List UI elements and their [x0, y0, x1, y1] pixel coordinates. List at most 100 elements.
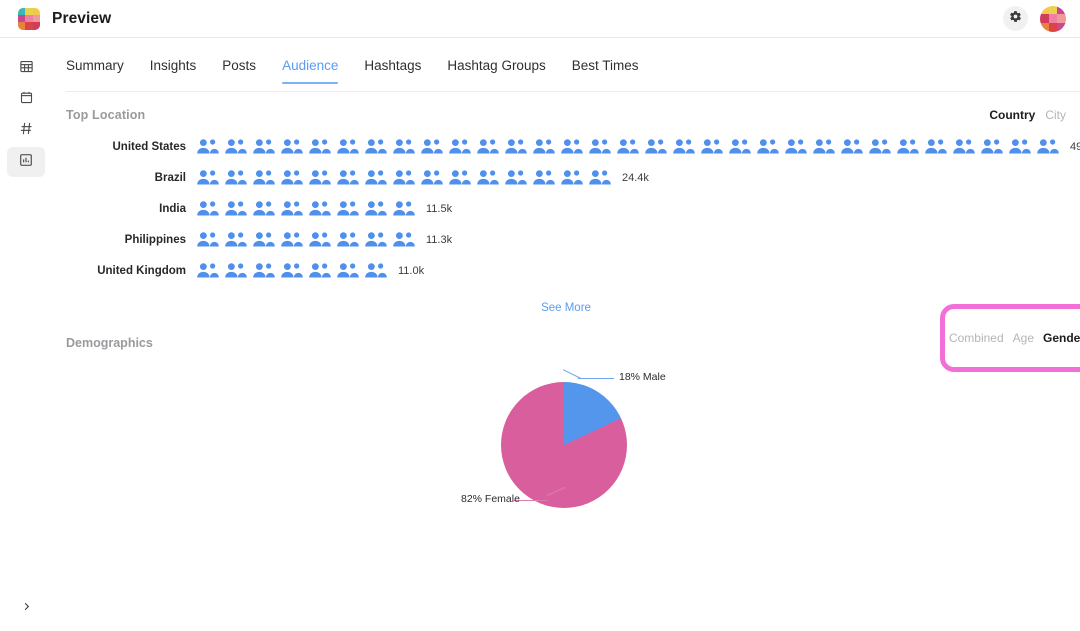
people-icon [981, 139, 1003, 154]
grid-icon [19, 59, 34, 79]
scope-option-country[interactable]: Country [989, 108, 1035, 122]
people-icon [365, 263, 387, 278]
top-location-row: United States 49.5k [52, 131, 1080, 162]
people-icon [925, 139, 947, 154]
location-icon-bar [194, 138, 1062, 155]
sidebar-item-analytics[interactable] [7, 147, 45, 177]
app-root: Preview Summary Insights Posts Audience … [0, 0, 1080, 631]
sidebar-item-grid[interactable] [7, 54, 45, 84]
location-icon-bar [194, 200, 418, 217]
tab-best-times[interactable]: Best Times [572, 58, 639, 84]
location-value: 11.5k [426, 202, 453, 215]
people-icon [533, 170, 555, 185]
gear-icon [1009, 10, 1022, 28]
people-icon [477, 139, 499, 154]
top-bar: Preview [0, 0, 1080, 38]
people-icon [225, 263, 247, 278]
people-icon [197, 201, 219, 216]
tab-summary[interactable]: Summary [66, 58, 124, 84]
people-icon [589, 139, 611, 154]
people-icon [225, 201, 247, 216]
people-icon [225, 139, 247, 154]
calendar-icon [19, 90, 34, 110]
analytics-bar-chart-icon [19, 153, 33, 172]
people-icon [197, 139, 219, 154]
see-more-link[interactable]: See More [52, 302, 1080, 314]
tab-insights[interactable]: Insights [150, 58, 197, 84]
people-icon [281, 232, 303, 247]
pie-leader-line-male-diagonal [562, 369, 582, 379]
main-content: Summary Insights Posts Audience Hashtags… [52, 38, 1080, 631]
people-icon [393, 232, 415, 247]
breakdown-option-combined[interactable]: Combined [949, 331, 1004, 345]
people-icon [253, 232, 275, 247]
location-value: 49.5k [1070, 140, 1080, 153]
people-icon [365, 170, 387, 185]
people-icon [225, 232, 247, 247]
people-icon [561, 170, 583, 185]
location-name: India [159, 202, 186, 215]
see-more-label[interactable]: See More [541, 302, 591, 314]
people-icon [309, 201, 331, 216]
tab-hashtag-groups[interactable]: Hashtag Groups [447, 58, 545, 84]
expand-sidebar-button[interactable] [9, 593, 43, 623]
demographics-breakdown-toggle: Combined Age Gender [949, 331, 1080, 345]
people-icon [1037, 139, 1059, 154]
demographics-header: Demographics Combined Age Gender [66, 304, 1080, 372]
people-icon [197, 263, 219, 278]
left-rail [0, 38, 52, 631]
people-icon [253, 263, 275, 278]
location-name: Philippines [124, 233, 186, 246]
avatar[interactable] [1040, 5, 1066, 32]
demographics-title: Demographics [66, 336, 153, 350]
location-scope-toggle: Country City [989, 108, 1066, 122]
pie-slices [501, 382, 627, 508]
people-icon [281, 170, 303, 185]
people-icon [225, 170, 247, 185]
people-icon [645, 139, 667, 154]
app-title: Preview [52, 9, 112, 27]
people-icon [421, 170, 443, 185]
brand: Preview [18, 7, 112, 30]
people-icon [365, 201, 387, 216]
breakdown-option-gender[interactable]: Gender [1043, 331, 1080, 345]
top-location-row: Brazil 24.4k [52, 162, 1080, 193]
people-icon [505, 170, 527, 185]
settings-button[interactable] [1003, 6, 1028, 31]
people-icon [365, 232, 387, 247]
top-location-row: Philippines 11.3k [52, 224, 1080, 255]
people-icon [337, 170, 359, 185]
people-icon [281, 263, 303, 278]
scope-option-city[interactable]: City [1045, 108, 1066, 122]
people-icon [337, 232, 359, 247]
people-icon [393, 139, 415, 154]
people-icon [841, 139, 863, 154]
location-name: Brazil [154, 171, 186, 184]
people-icon [701, 139, 723, 154]
people-icon [421, 139, 443, 154]
people-icon [533, 139, 555, 154]
highlight-annotation: Combined Age Gender [940, 304, 1080, 372]
people-icon [785, 139, 807, 154]
location-value: 11.0k [398, 264, 425, 277]
people-icon [253, 139, 275, 154]
people-icon [617, 139, 639, 154]
sidebar-item-hashtag[interactable] [7, 116, 45, 146]
top-location-row: India 11.5k [52, 193, 1080, 224]
breakdown-option-age[interactable]: Age [1013, 331, 1034, 345]
people-icon [281, 139, 303, 154]
tab-posts[interactable]: Posts [222, 58, 256, 84]
people-icon [589, 170, 611, 185]
location-value: 24.4k [622, 171, 649, 184]
location-value: 11.3k [426, 233, 453, 246]
sidebar-item-calendar[interactable] [7, 85, 45, 115]
tab-hashtags[interactable]: Hashtags [364, 58, 421, 84]
location-icon-bar [194, 262, 390, 279]
people-icon [309, 170, 331, 185]
people-icon [449, 139, 471, 154]
tab-audience[interactable]: Audience [282, 58, 338, 95]
people-icon [253, 201, 275, 216]
people-icon [477, 170, 499, 185]
top-location-header: Top Location Country City [66, 108, 1066, 122]
people-icon [365, 139, 387, 154]
